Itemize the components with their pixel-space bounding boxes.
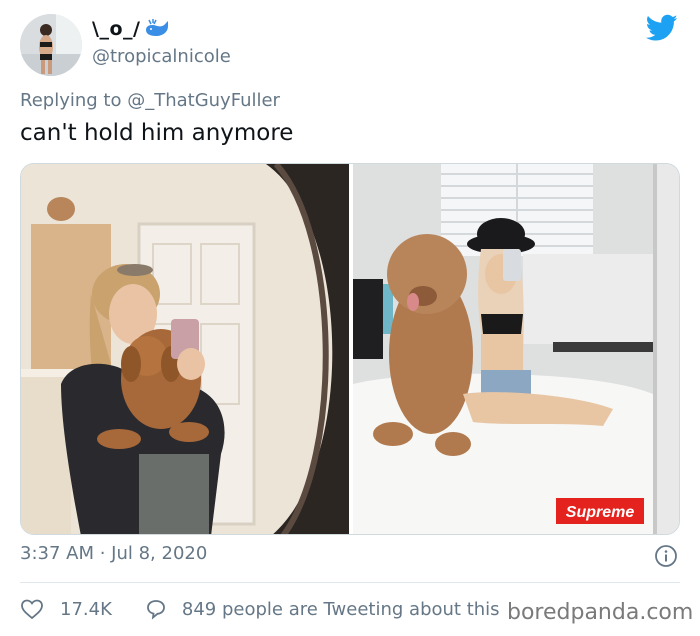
twitter-bird-icon[interactable]	[645, 14, 678, 42]
tweet-timestamp[interactable]: 3:37 AM · Jul 8, 2020	[20, 543, 207, 564]
display-name-text: \_o_/	[92, 18, 141, 40]
supreme-logo: Supreme	[566, 504, 635, 521]
tweeting-count-link[interactable]: 849 people are Tweeting about this	[182, 599, 500, 620]
reply-bubble-icon[interactable]	[144, 598, 168, 620]
heart-icon[interactable]	[20, 598, 44, 620]
reply-context: Replying to @_ThatGuyFuller	[20, 90, 280, 111]
reply-prefix: Replying to	[20, 90, 128, 111]
author-handle[interactable]: @tropicalnicole	[92, 46, 231, 67]
watermark: boredpanda.com	[505, 600, 696, 625]
info-icon[interactable]	[654, 544, 678, 568]
tweet-actions: 17.4K 849 people are Tweeting about this	[20, 596, 500, 622]
photo-mirror-selfie-dog[interactable]: Supreme	[353, 164, 679, 534]
like-count[interactable]: 17.4K	[60, 599, 112, 620]
whale-icon	[144, 18, 170, 40]
divider	[20, 582, 680, 583]
photo-mirror-selfie-puppy[interactable]	[21, 164, 349, 534]
tweet-media[interactable]: Supreme	[20, 163, 680, 535]
display-name[interactable]: \_o_/	[92, 18, 170, 40]
tweet-text: can't hold him anymore	[20, 120, 294, 146]
tweet-card: \_o_/ @tropicalnicole Replying to @_That…	[0, 0, 700, 636]
reply-mention-link[interactable]: @_ThatGuyFuller	[127, 90, 280, 111]
avatar[interactable]	[20, 14, 82, 76]
